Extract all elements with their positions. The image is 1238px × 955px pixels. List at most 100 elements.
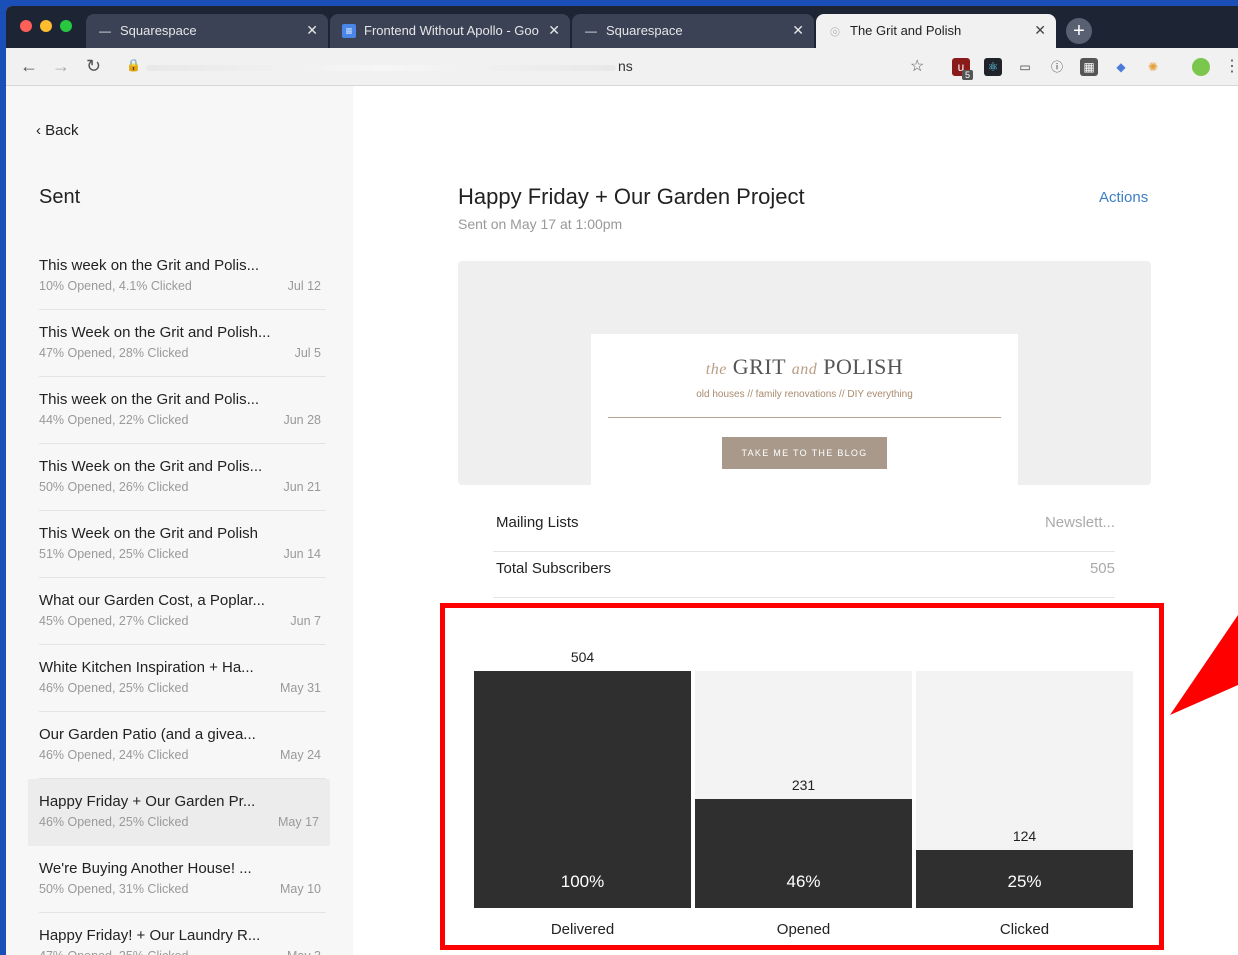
tab-close-icon[interactable]: ✕ [306, 22, 318, 39]
browser-toolbar: ← → ↻ 🔒 ns ☆ u 5 ⚛ ▭ ⓘ ▦ ◆ ✺ ⋮ [6, 48, 1238, 86]
dash-icon: — [99, 24, 111, 38]
tab-title: Squarespace [606, 23, 683, 38]
tab-close-icon[interactable]: ✕ [792, 22, 804, 39]
tab-title: Squarespace [120, 23, 197, 38]
react-devtools-icon[interactable]: ⚛ [984, 58, 1002, 76]
sent-list-item[interactable]: White Kitchen Inspiration + Ha... 46% Ope… [39, 645, 326, 712]
lock-icon: 🔒 [126, 58, 141, 72]
item-date: May 31 [280, 681, 321, 695]
annotation-highlight-box [440, 603, 1164, 950]
zoom-window-button[interactable] [60, 20, 72, 32]
item-stats: 47% Opened, 28% Clicked [39, 346, 189, 360]
onepassword-icon[interactable]: ⓘ [1048, 58, 1066, 76]
actions-button[interactable]: Actions [1099, 189, 1148, 206]
sent-list-item[interactable]: This Week on the Grit and Polish... 47% O… [39, 310, 326, 377]
reload-icon[interactable]: ↻ [86, 56, 101, 77]
item-date: Jun 21 [283, 480, 321, 494]
item-date: May 10 [280, 882, 321, 896]
item-stats: 50% Opened, 26% Clicked [39, 480, 189, 494]
item-subject: Happy Friday! + Our Laundry R... [39, 927, 261, 944]
item-stats: 46% Opened, 24% Clicked [39, 748, 189, 762]
divider [608, 417, 1001, 418]
back-link[interactable]: ‹ Back [36, 122, 79, 139]
item-date: Jul 5 [294, 346, 321, 360]
item-subject: Happy Friday + Our Garden Pr... [39, 793, 256, 810]
item-stats: 46% Opened, 25% Clicked [39, 815, 189, 829]
tab-title: The Grit and Polish [850, 23, 962, 38]
item-date: Jun 7 [290, 614, 321, 628]
sent-list-item[interactable]: This week on the Grit and Polis... 44% Op… [39, 377, 326, 444]
sent-list-item[interactable]: Happy Friday! + Our Laundry R... 47% Open… [39, 913, 326, 955]
extension-icon[interactable]: ◆ [1112, 58, 1130, 76]
back-arrow-icon[interactable]: ← [20, 56, 38, 77]
bookmark-star-icon[interactable]: ☆ [910, 56, 924, 76]
item-subject: This Week on the Grit and Polis... [39, 458, 263, 475]
sent-list: This week on the Grit and Polis... 10% Op… [28, 243, 330, 955]
new-tab-button[interactable]: + [1066, 18, 1092, 44]
brand-logo: the GRIT and POLISH [705, 354, 904, 379]
item-stats: 44% Opened, 22% Clicked [39, 413, 189, 427]
sent-list-item[interactable]: We're Buying Another House! ... 50% Opene… [39, 846, 326, 913]
sent-list-item[interactable]: This Week on the Grit and Polish 51% Open… [39, 511, 326, 578]
item-subject: This week on the Grit and Polis... [39, 257, 260, 274]
item-subject: White Kitchen Inspiration + Ha... [39, 659, 254, 676]
item-stats: 46% Opened, 25% Clicked [39, 681, 189, 695]
cta-button[interactable]: TAKE ME TO THE BLOG [722, 437, 887, 469]
sent-sidebar: ‹ Back Sent This week on the Grit and Po… [6, 86, 353, 955]
item-subject: This Week on the Grit and Polish... [39, 324, 271, 341]
total-subscribers-row: Total Subscribers 505 [493, 552, 1115, 598]
tab-close-icon[interactable]: ✕ [1034, 22, 1046, 39]
url-blurred [146, 65, 616, 71]
sidebar-title: Sent [39, 186, 81, 208]
item-subject: This week on the Grit and Polis... [39, 391, 260, 408]
item-subject: This Week on the Grit and Polish [39, 525, 258, 542]
url-text: ns [618, 58, 633, 74]
tab-squarespace-1[interactable]: — Squarespace ✕ [86, 14, 328, 48]
chevron-left-icon: ‹ [36, 122, 41, 139]
sent-list-item[interactable]: What our Garden Cost, a Poplar... 45% Ope… [39, 578, 326, 645]
item-date: May 17 [278, 815, 319, 829]
sent-list-item[interactable]: This week on the Grit and Polis... 10% Op… [39, 243, 326, 310]
close-window-button[interactable] [20, 20, 32, 32]
tab-close-icon[interactable]: ✕ [548, 22, 560, 39]
sent-list-item[interactable]: Happy Friday + Our Garden Pr... 46% Opene… [28, 779, 330, 846]
back-label: Back [45, 122, 79, 139]
tab-squarespace-2[interactable]: — Squarespace ✕ [572, 14, 814, 48]
extension-icon[interactable]: ✺ [1144, 58, 1162, 76]
detail-value: 505 [1089, 560, 1115, 577]
detail-value: Newslett... [1044, 514, 1115, 531]
tab-google-doc[interactable]: ≡ Frontend Without Apollo - Goo ✕ [330, 14, 570, 48]
item-subject: Our Garden Patio (and a givea... [39, 726, 256, 743]
item-subject: What our Garden Cost, a Poplar... [39, 592, 265, 609]
detail-label: Mailing Lists [496, 514, 579, 531]
forward-arrow-icon[interactable]: → [52, 56, 70, 77]
extension-badge: 5 [962, 70, 974, 80]
minimize-window-button[interactable] [40, 20, 52, 32]
profile-avatar[interactable] [1192, 58, 1210, 76]
detail-label: Total Subscribers [496, 560, 612, 577]
item-date: May 24 [280, 748, 321, 762]
dash-icon: — [585, 24, 597, 38]
address-bar[interactable]: 🔒 ns [116, 54, 896, 80]
extension-icon[interactable]: ▦ [1080, 58, 1098, 76]
briefcase-icon[interactable]: ▭ [1016, 58, 1034, 76]
item-stats: 50% Opened, 31% Clicked [39, 882, 189, 896]
tab-strip: — Squarespace ✕ ≡ Frontend Without Apoll… [6, 6, 1238, 48]
item-stats: 47% Opened, 25% Clicked [39, 949, 188, 955]
globe-icon: ◎ [829, 24, 841, 38]
menu-kebab-icon[interactable]: ⋮ [1224, 56, 1238, 76]
google-docs-icon: ≡ [342, 24, 356, 38]
email-preview[interactable]: the GRIT and POLISH old houses // family… [458, 261, 1151, 485]
sent-list-item[interactable]: Our Garden Patio (and a givea... 46% Open… [39, 712, 326, 779]
annotation-arrow-icon [1170, 615, 1238, 715]
sent-list-item[interactable]: This Week on the Grit and Polis... 50% Op… [39, 444, 326, 511]
item-date: Jun 14 [283, 547, 321, 561]
item-date: May 3 [287, 949, 321, 955]
item-stats: 51% Opened, 25% Clicked [39, 547, 189, 561]
mailing-lists-row: Mailing Lists Newslett... [493, 506, 1115, 552]
tab-grit-and-polish[interactable]: ◎ The Grit and Polish ✕ [816, 14, 1056, 48]
campaign-sent-date: Sent on May 17 at 1:00pm [458, 216, 623, 232]
item-date: Jun 28 [283, 413, 321, 427]
item-stats: 45% Opened, 27% Clicked [39, 614, 189, 628]
tab-title: Frontend Without Apollo - Goo [364, 23, 539, 38]
